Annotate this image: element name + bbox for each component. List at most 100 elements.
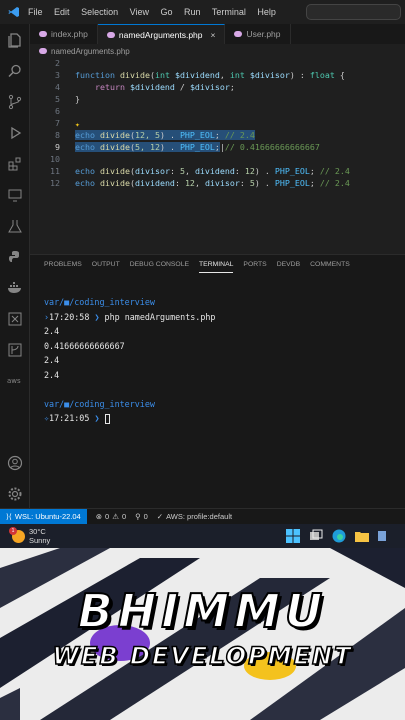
weather-temp: 30°C	[29, 527, 46, 536]
remote-label: WSL: Ubuntu-22.04	[14, 512, 81, 521]
tab-problems[interactable]: PROBLEMS	[44, 261, 82, 277]
problems-indicator[interactable]: ⊗ 0 ⚠ 0	[96, 512, 126, 521]
warning-icon: ⚠	[112, 512, 119, 521]
menu-file[interactable]: File	[28, 7, 43, 17]
prompt-time: 17:20:58	[49, 311, 90, 322]
tab-index-php[interactable]: index.php	[30, 24, 98, 44]
remote-indicator[interactable]: ⟩⟨ WSL: Ubuntu-22.04	[0, 508, 87, 525]
status-bar: ⟩⟨ WSL: Ubuntu-22.04 ⊗ 0 ⚠ 0 ⚲ 0 ✓ AWS: profil…	[0, 508, 405, 525]
tab-label: index.php	[51, 29, 88, 39]
tab-comments[interactable]: COMMENTS	[310, 261, 350, 277]
weather-widget[interactable]: 1 30°C Sunny	[0, 526, 51, 545]
source-control-icon[interactable]	[0, 86, 30, 117]
line-number: 5	[55, 94, 60, 104]
tab-devdb[interactable]: DEVDB	[277, 261, 300, 277]
close-icon[interactable]: ×	[211, 30, 216, 40]
python-icon[interactable]	[0, 241, 30, 272]
lightbulb-icon[interactable]: ✦	[75, 120, 80, 129]
aws-icon[interactable]: aws	[0, 365, 30, 396]
bottom-panel: PROBLEMS OUTPUT DEBUG CONSOLE TERMINAL P…	[30, 254, 405, 508]
breadcrumb-file[interactable]: namedArguments.php	[51, 47, 130, 56]
token: PHP_EOL	[274, 166, 310, 176]
token: divide	[99, 130, 130, 140]
remote-explorer-icon[interactable]	[0, 179, 30, 210]
code-line: echo divide(divisor: 5, dividend: 12) . …	[75, 166, 350, 176]
taskbar-icons	[286, 529, 392, 543]
php-file-icon	[39, 48, 47, 54]
line-number: 11	[50, 166, 60, 176]
tab-terminal[interactable]: TERMINAL	[199, 261, 234, 273]
terminal[interactable]: var/■/coding_interview ›17:20:58 ❯ php n…	[44, 295, 215, 426]
token: $divisor	[189, 82, 230, 92]
start-icon[interactable]	[286, 529, 300, 543]
gitlens-icon[interactable]	[0, 334, 30, 365]
token: echo	[75, 166, 95, 176]
explorer-icon[interactable]	[0, 24, 30, 55]
edge-icon[interactable]	[332, 529, 346, 543]
run-debug-icon[interactable]	[0, 117, 30, 148]
ports-indicator[interactable]: ⚲ 0	[135, 512, 148, 521]
token: echo	[75, 130, 95, 140]
account-icon[interactable]	[0, 447, 30, 478]
code-editor[interactable]: 2 3 4 5 6 7 8 9 10 11 12 function divide…	[30, 58, 405, 254]
extensions-icon[interactable]	[0, 148, 30, 179]
settings-gear-icon[interactable]	[0, 478, 30, 509]
token: divide	[99, 142, 130, 152]
testing-icon[interactable]	[0, 210, 30, 241]
tab-output[interactable]: OUTPUT	[92, 261, 120, 277]
brand-banner: BHIMMU WEB DEVELOPMENT	[0, 548, 405, 720]
error-icon: ⊗	[95, 512, 103, 521]
remote-icon: ⟩⟨	[6, 512, 12, 521]
token: PHP_EOL	[179, 130, 215, 140]
docker-icon[interactable]	[0, 272, 30, 303]
brand-subtitle: WEB DEVELOPMENT	[52, 641, 353, 671]
check-icon: ✓	[156, 512, 164, 521]
token: return	[94, 82, 125, 92]
token: divide	[119, 70, 150, 80]
php-file-icon	[234, 31, 243, 37]
tab-user-php[interactable]: User.php	[225, 24, 291, 44]
menu-edit[interactable]: Edit	[54, 7, 70, 17]
weather-condition: Sunny	[29, 536, 51, 545]
tab-debug-console[interactable]: DEBUG CONSOLE	[130, 261, 189, 277]
tab-ports[interactable]: PORTS	[243, 261, 266, 277]
search-icon[interactable]	[0, 55, 30, 86]
git-graph-icon[interactable]	[0, 303, 30, 334]
command-search[interactable]	[306, 4, 401, 20]
breadcrumb: namedArguments.php	[30, 44, 405, 58]
token: divisor	[204, 178, 240, 188]
vscode-logo-icon	[0, 0, 28, 24]
task-view-icon[interactable]	[309, 529, 323, 543]
aws-indicator[interactable]: ✓ AWS: profile:default	[157, 512, 232, 521]
terminal-output-line: 2.4	[44, 355, 60, 365]
token: PHP_EOL	[274, 178, 310, 188]
token: int	[154, 70, 170, 80]
line-number: 7	[55, 118, 60, 128]
line-number: 4	[55, 82, 60, 92]
notification-badge: 1	[9, 526, 17, 535]
menu-run[interactable]: Run	[184, 7, 201, 17]
tab-label: namedArguments.php	[118, 29, 203, 40]
code-line: echo divide(dividend: 12, divisor: 5) . …	[75, 178, 350, 188]
line-number: 3	[55, 70, 60, 80]
menu-help[interactable]: Help	[257, 7, 276, 17]
menu-go[interactable]: Go	[160, 7, 172, 17]
token: // 2.4	[224, 130, 255, 140]
warning-count: 0	[121, 512, 127, 521]
file-explorer-icon[interactable]	[355, 529, 369, 543]
token: $dividend	[129, 82, 175, 92]
prompt-time: 17:21:05	[49, 413, 90, 423]
code-line: }	[75, 94, 80, 104]
app-icon[interactable]	[378, 529, 392, 543]
port-count: 0	[143, 512, 148, 521]
menu-bar: File Edit Selection View Go Run Terminal…	[28, 7, 285, 17]
line-number: 10	[50, 154, 60, 164]
menu-view[interactable]: View	[130, 7, 149, 17]
tab-label: User.php	[246, 29, 281, 39]
line-number: 12	[50, 178, 60, 188]
menu-selection[interactable]: Selection	[81, 7, 118, 17]
menu-terminal[interactable]: Terminal	[212, 7, 246, 17]
tab-named-arguments-php[interactable]: namedArguments.php ×	[97, 24, 226, 44]
line-number: 8	[55, 130, 60, 140]
token: 5	[249, 178, 255, 188]
